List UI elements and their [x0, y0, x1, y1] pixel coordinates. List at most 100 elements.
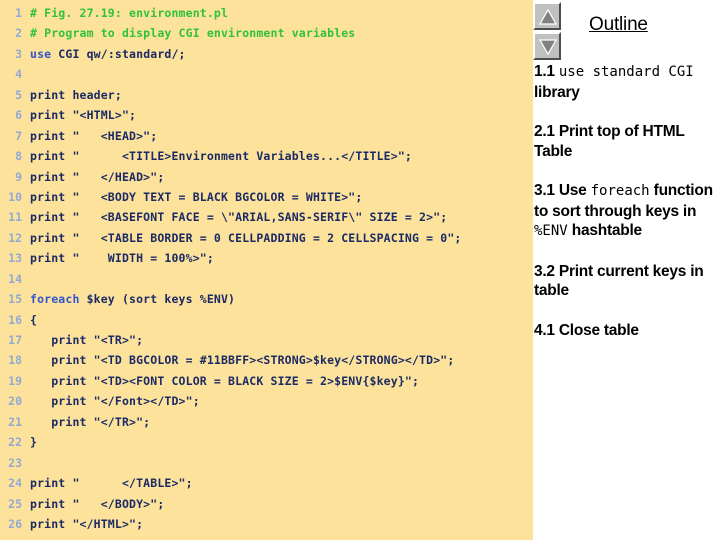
code-line: 20 print "</Font></TD>"; — [0, 391, 533, 411]
code-line-number: 16 — [8, 312, 22, 327]
code-line: 23 — [0, 453, 533, 473]
outline-text: 1.1 — [534, 63, 559, 80]
code-line-number: 21 — [8, 414, 22, 429]
code-line: 24 print " </TABLE>"; — [0, 473, 533, 493]
scroll-up-button[interactable] — [533, 2, 561, 30]
code-line-number: 14 — [8, 271, 22, 286]
code-line-number: 15 — [8, 292, 22, 307]
code-line: 2 # Program to display CGI environment va… — [0, 23, 533, 43]
code-line: 3 use CGI qw/:standard/; — [0, 44, 533, 64]
code-line: 19 print "<TD><FONT COLOR = BLACK SIZE =… — [0, 371, 533, 391]
outline-text: hashtable — [567, 222, 642, 239]
outline-text: 3.2 Print current keys in table — [534, 262, 704, 300]
code-line-text: print "</Font></TD>"; — [30, 394, 200, 409]
code-line: 11 print " <BASEFONT FACE = \"ARIAL,SANS-… — [0, 207, 533, 227]
code-line: 16 { — [0, 310, 533, 330]
code-keyword: foreach — [30, 292, 80, 307]
code-line-text: print " <BODY TEXT = BLACK BGCOLOR = WHI… — [30, 189, 363, 204]
outline-item-list: 1.1 use standard CGI library 2.1 Print to… — [534, 62, 720, 360]
code-line-number: 3 — [15, 46, 22, 61]
code-line-text: print "<TD BGCOLOR = #11BBFF><STRONG>$ke… — [30, 353, 455, 368]
code-line: 6 print "<HTML>"; — [0, 105, 533, 125]
outline-scroll-buttons — [533, 2, 565, 62]
code-line-number: 20 — [8, 394, 22, 409]
code-line-number: 22 — [8, 435, 22, 450]
code-line-text: print " <HEAD>"; — [30, 128, 158, 143]
code-line-number: 11 — [8, 210, 22, 225]
code-line-number: 26 — [8, 516, 22, 531]
code-line: 26 print "</HTML>"; — [0, 514, 533, 534]
code-line-text: print " </HEAD>"; — [30, 169, 165, 184]
code-line: 12 print " <TABLE BORDER = 0 CELLPADDING … — [0, 228, 533, 248]
code-line: 4 — [0, 64, 533, 84]
code-line-text: foreach $key (sort keys %ENV) — [30, 292, 236, 307]
code-line-number: 8 — [15, 149, 22, 164]
code-line-text: print "<TD><FONT COLOR = BLACK SIZE = 2>… — [30, 373, 420, 388]
code-line: 22} — [0, 432, 533, 452]
code-line-number: 12 — [8, 230, 22, 245]
code-line-text: } — [30, 435, 38, 450]
outline-panel: Outline 1.1 use standard CGI library 2.1 … — [533, 0, 720, 540]
outline-code-token: %ENV — [534, 223, 568, 239]
outline-code-token: use standard CGI — [558, 64, 694, 80]
code-line-number: 1 — [15, 6, 22, 20]
code-line-number: 4 — [15, 67, 22, 82]
code-line: 17 print "<TR>"; — [0, 330, 533, 350]
outline-text: 4.1 Close table — [534, 321, 639, 339]
code-line: 21 print "</TR>"; — [0, 412, 533, 432]
code-line-number: 6 — [15, 108, 22, 123]
code-line-text: print " <BASEFONT FACE = \"ARIAL,SANS-SE… — [30, 210, 448, 225]
code-line-text: # Fig. 27.19: environment.pl — [30, 6, 229, 20]
outline-title: Outline — [589, 14, 648, 35]
code-line-number: 17 — [8, 333, 22, 347]
code-line-text: print " </TABLE>"; — [30, 476, 193, 491]
code-line: 25 print " </BODY>"; — [0, 494, 533, 514]
code-line-number: 18 — [8, 353, 22, 368]
code-line-number: 19 — [8, 373, 22, 388]
code-line-text: # Program to display CGI environment var… — [30, 26, 356, 41]
outline-code-token: foreach — [590, 183, 650, 199]
code-line-number: 25 — [8, 496, 22, 511]
code-line: 5 print header; — [0, 85, 533, 105]
outline-item-3-2[interactable]: 3.2 Print current keys in table — [534, 262, 720, 301]
outline-text: library — [534, 83, 580, 101]
code-line-number: 5 — [15, 87, 22, 102]
code-line-number: 10 — [8, 189, 22, 204]
code-lines: 1 # Fig. 27.19: environment.pl 2 # Program … — [0, 3, 533, 534]
code-line: 13 print " WIDTH = 100%>"; — [0, 248, 533, 268]
outline-text: 3.1 Use — [534, 182, 591, 199]
code-line: 8 print " <TITLE>Environment Variables...… — [0, 146, 533, 166]
code-line: 9 print " </HEAD>"; — [0, 167, 533, 187]
outline-item-1-1[interactable]: 1.1 use standard CGI library — [534, 62, 720, 102]
code-line-number: 13 — [8, 251, 22, 266]
code-line-text: print header; — [30, 87, 122, 102]
code-line-text: { — [30, 312, 38, 327]
code-line-number: 23 — [8, 455, 22, 470]
code-line-number: 9 — [15, 169, 22, 184]
code-line-text: print "</HTML>"; — [30, 516, 144, 531]
outline-text: 2.1 Print top of HTML Table — [534, 123, 685, 160]
outline-item-3-1[interactable]: 3.1 Use foreach function to sort through… — [534, 181, 720, 242]
code-line-text: print " WIDTH = 100%>"; — [30, 251, 214, 266]
code-line: 15 foreach $key (sort keys %ENV) — [0, 289, 533, 309]
code-line: 14 — [0, 269, 533, 289]
code-keyword: use — [30, 46, 52, 61]
outline-item-4-1[interactable]: 4.1 Close table — [534, 321, 720, 341]
code-line-number: 7 — [15, 128, 22, 143]
code-listing-panel: 1 # Fig. 27.19: environment.pl 2 # Program … — [0, 0, 533, 540]
code-line-text: print "<HTML>"; — [30, 108, 137, 123]
code-line-text: print "</TR>"; — [30, 414, 151, 429]
code-line-text: print " <TABLE BORDER = 0 CELLPADDING = … — [30, 230, 462, 245]
scroll-down-button[interactable] — [533, 32, 561, 60]
slide: 1 # Fig. 27.19: environment.pl 2 # Program … — [0, 0, 720, 540]
code-line-number: 2 — [15, 26, 22, 41]
code-line-text: use CGI qw/:standard/; — [30, 46, 186, 61]
code-line: 7 print " <HEAD>"; — [0, 126, 533, 146]
code-line-text: print " </BODY>"; — [30, 496, 165, 511]
code-line-text: print "<TR>"; — [30, 333, 144, 347]
outline-item-2-1[interactable]: 2.1 Print top of HTML Table — [534, 122, 720, 161]
code-line-text: print " <TITLE>Environment Variables...<… — [30, 149, 412, 164]
code-line: 10 print " <BODY TEXT = BLACK BGCOLOR = W… — [0, 187, 533, 207]
code-line: 1 # Fig. 27.19: environment.pl — [0, 3, 533, 23]
code-line: 18 print "<TD BGCOLOR = #11BBFF><STRONG>… — [0, 350, 533, 370]
